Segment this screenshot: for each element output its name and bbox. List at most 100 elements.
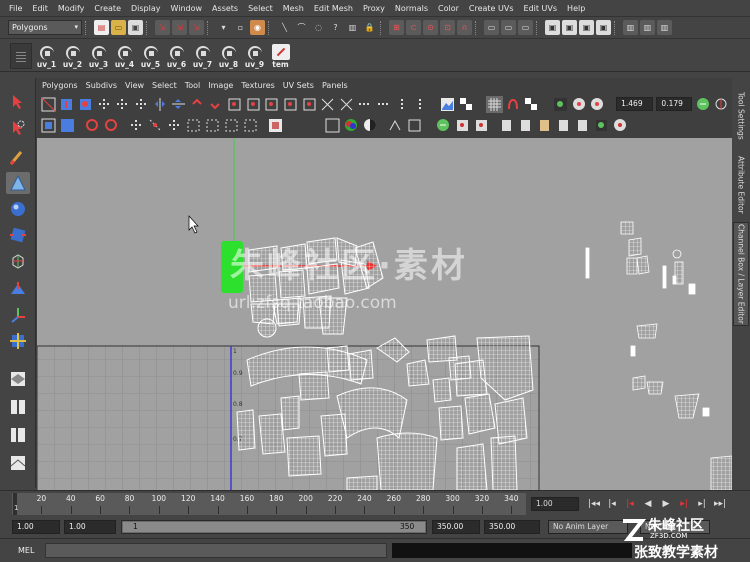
uv-menu-select[interactable]: Select (148, 78, 181, 93)
move-and-sew-icon[interactable] (282, 96, 299, 113)
toggle-tool-settings-icon[interactable]: ▥ (640, 20, 655, 35)
shelf-button-tem[interactable]: tem (268, 42, 293, 70)
flip-uv-vertical-icon[interactable] (170, 96, 187, 113)
toggle-channel-box-icon[interactable]: ▥ (657, 20, 672, 35)
display-image-icon[interactable] (439, 96, 456, 113)
frame-selection-icon[interactable] (40, 117, 57, 134)
outliner-layout-icon[interactable] (6, 424, 30, 446)
move-uv-shell-icon[interactable] (59, 96, 76, 113)
mel-label[interactable]: MEL (18, 546, 34, 555)
select-uv-shell-icon[interactable] (204, 117, 221, 134)
soft-modification-icon[interactable] (6, 278, 30, 300)
uv-shell-select-icon[interactable] (524, 96, 541, 113)
menu-normals[interactable]: Normals (390, 0, 433, 17)
move-tool-icon[interactable] (6, 172, 30, 194)
end-time-field[interactable]: 350.00 (484, 520, 540, 534)
uv-shell-cluster-right[interactable] (585, 221, 732, 490)
uv-lattice-tool-icon[interactable] (40, 96, 57, 113)
rgb-channels-icon[interactable] (343, 117, 360, 134)
shaded-uv-display-icon[interactable] (324, 117, 341, 134)
lasso-tool-icon[interactable] (6, 117, 30, 139)
shelf-button-uv-2[interactable]: uv_2 (60, 42, 85, 70)
universal-manipulator-icon[interactable] (6, 250, 30, 272)
split-uv-icon[interactable] (245, 96, 262, 113)
menu-modify[interactable]: Modify (53, 0, 90, 17)
paint-select-tool-icon[interactable] (6, 146, 30, 168)
go-to-start-icon[interactable]: |◂◂ (585, 496, 603, 512)
sew-uv-edges-icon[interactable] (264, 96, 281, 113)
shelf-button-uv-4[interactable]: uv_4 (112, 42, 137, 70)
shelf-button-uv-8[interactable]: uv_8 (216, 42, 241, 70)
shelf-button-uv-3[interactable]: uv_3 (86, 42, 111, 70)
menu-help[interactable]: Help (562, 0, 590, 17)
copy-uv-icon[interactable] (435, 117, 452, 134)
range-bar[interactable]: 1 350 (121, 520, 427, 534)
menu-set-select[interactable]: Polygons ▾ (8, 20, 82, 35)
menu-mesh[interactable]: Mesh (278, 0, 309, 17)
tweak-uv-icon[interactable] (77, 96, 94, 113)
remove-from-isolate-icon[interactable] (590, 96, 607, 113)
use-image-ratio-icon[interactable] (406, 117, 423, 134)
scale-tool-icon[interactable] (6, 224, 30, 246)
uv-menu-view[interactable]: View (121, 78, 148, 93)
step-forward-key-icon[interactable]: ▸| (675, 496, 693, 512)
two-view-layout-icon[interactable] (6, 396, 30, 418)
copy-uv-set-icon[interactable] (536, 117, 553, 134)
output-ops-icon[interactable]: ▭ (518, 20, 533, 35)
playback-start-field[interactable]: 1.00 (64, 520, 116, 534)
uv-snapshot-icon[interactable] (593, 117, 610, 134)
add-to-isolate-icon[interactable] (571, 96, 588, 113)
rotate-tool-icon[interactable] (6, 198, 30, 220)
step-forward-frame-icon[interactable]: ▸| (693, 496, 711, 512)
uv-v-value-field[interactable]: 0.179 (656, 97, 692, 111)
menu-color[interactable]: Color (433, 0, 464, 17)
select-object-icon[interactable]: ⇲ (172, 20, 187, 35)
grab-uv-icon[interactable] (96, 96, 113, 113)
delete-uv-set-icon[interactable] (574, 117, 591, 134)
deformer-mask-icon[interactable]: ◌ (311, 20, 326, 35)
input-ops-icon[interactable]: ▭ (501, 20, 516, 35)
point-mask-icon[interactable]: ▫ (233, 20, 248, 35)
time-ruler[interactable]: 1 20 40 60 80 100 120 140 160 180 200 220 240 260 280… (12, 493, 526, 515)
range-handle[interactable] (123, 522, 425, 532)
lock-icon[interactable]: 🔒 (362, 20, 377, 35)
straighten-uv-icon[interactable] (84, 117, 101, 134)
snap-plane-icon[interactable]: ⊡ (440, 20, 455, 35)
menu-proxy[interactable]: Proxy (358, 0, 390, 17)
render-mask-icon[interactable]: ▥ (345, 20, 360, 35)
menu-select[interactable]: Select (243, 0, 278, 17)
uv-shell-cluster-top[interactable] (248, 237, 384, 338)
playback-end-field[interactable]: 350.00 (432, 520, 480, 534)
shelf-button-uv-1[interactable]: uv_1 (34, 42, 59, 70)
uv-menu-image[interactable]: Image (204, 78, 237, 93)
layout-uv-icon[interactable] (301, 96, 318, 113)
paste-uv-icon[interactable] (454, 117, 471, 134)
chevron-down-icon[interactable]: ▾ (216, 20, 231, 35)
cut-uv-edges-icon[interactable] (226, 96, 243, 113)
menu-edit-mesh[interactable]: Edit Mesh (309, 0, 358, 17)
menu-create-uvs[interactable]: Create UVs (464, 0, 519, 17)
tab-channel-box-layer-editor[interactable]: Channel Box / Layer Editor (733, 222, 749, 326)
menu-create[interactable]: Create (89, 0, 126, 17)
pinch-uv-icon[interactable] (115, 96, 132, 113)
rotate-uv-ccw-icon[interactable] (189, 96, 206, 113)
select-uv-border-icon[interactable] (185, 117, 202, 134)
paste-u-icon[interactable] (473, 117, 490, 134)
frame-all-icon[interactable] (59, 117, 76, 134)
command-input[interactable] (45, 543, 387, 558)
single-view-layout-icon[interactable] (6, 368, 30, 390)
play-forwards-icon[interactable]: ▶ (657, 496, 675, 512)
snap-point-icon[interactable]: ⊙ (423, 20, 438, 35)
start-time-field[interactable]: 1.00 (12, 520, 60, 534)
pixel-snap-icon[interactable] (505, 96, 522, 113)
align-uv-max-v-icon[interactable] (413, 96, 430, 113)
last-tool-icon[interactable] (6, 330, 30, 352)
tab-tool-settings[interactable]: Tool Settings (733, 86, 749, 146)
graph-layout-icon[interactable] (6, 452, 30, 474)
anim-layer-select[interactable]: No Anim Layer (548, 520, 628, 534)
new-scene-icon[interactable]: ▤ (94, 20, 109, 35)
snap-grid-icon[interactable]: ⊞ (389, 20, 404, 35)
texture-borders-icon[interactable] (267, 117, 284, 134)
select-tool-icon[interactable] (6, 91, 30, 113)
layout-uv-shells-icon[interactable] (147, 117, 164, 134)
